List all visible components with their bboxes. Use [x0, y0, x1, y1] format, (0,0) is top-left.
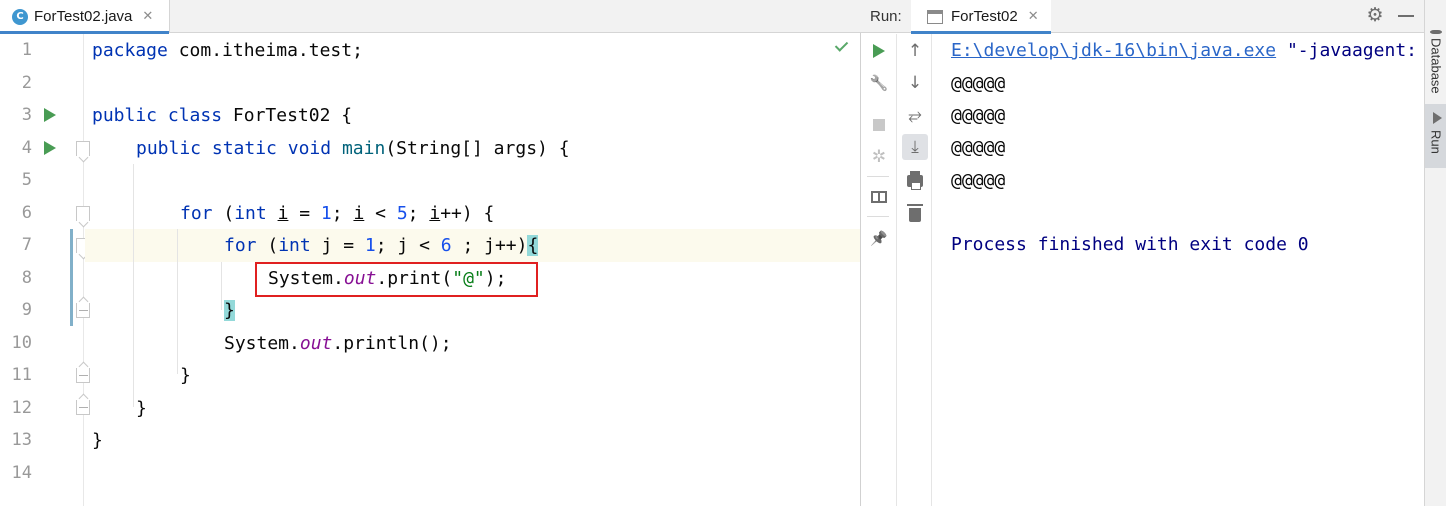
scroll-to-end-icon: ⤓: [911, 137, 919, 157]
editor-tab-fortest02[interactable]: C ForTest02.java ✕: [0, 0, 170, 34]
debug-button[interactable]: ✲: [866, 144, 892, 170]
arrow-up-icon: ↑: [907, 41, 923, 61]
editor-pane: C ForTest02.java ✕ 1 2 3 4 5 6 7 8 9 10 …: [0, 0, 861, 506]
code-line-12: }: [136, 398, 147, 419]
java-class-icon: C: [12, 8, 28, 25]
line-number: 7: [21, 235, 32, 255]
soft-wrap-button[interactable]: ⥂: [902, 102, 928, 128]
close-icon[interactable]: ✕: [142, 9, 153, 24]
console-output-line: @@@@@: [951, 137, 1006, 158]
console-window-icon: [927, 9, 943, 24]
console-output[interactable]: E:\develop\jdk-16\bin\java.exe "-javaage…: [933, 34, 1424, 506]
code-line-11: }: [180, 365, 191, 386]
console-command-line: E:\develop\jdk-16\bin\java.exe "-javaage…: [951, 40, 1417, 61]
run-tab-fortest02[interactable]: ForTest02 ✕: [911, 0, 1051, 34]
run-tool-button[interactable]: Run: [1425, 104, 1446, 168]
run-tab-label: ForTest02: [951, 8, 1018, 25]
minimize-icon[interactable]: [1398, 15, 1414, 17]
play-icon: [873, 44, 885, 58]
trash-icon: [907, 203, 923, 222]
vcs-change-marker[interactable]: [70, 229, 73, 326]
restore-layout-button[interactable]: [866, 184, 892, 210]
code-line-3: public class ForTest02 {: [92, 105, 353, 126]
line-number: 6: [21, 203, 32, 223]
database-label: Database: [1428, 38, 1444, 94]
pin-tab-button[interactable]: 📌: [866, 226, 892, 252]
rerun-button[interactable]: [866, 38, 892, 64]
run-icon: [1433, 112, 1442, 124]
java-exe-link[interactable]: E:\develop\jdk-16\bin\java.exe: [951, 40, 1276, 61]
code-line-7: for (int j = 1; j < 6 ; j++){: [224, 235, 539, 256]
line-number: 5: [21, 170, 32, 190]
line-number: 12: [11, 398, 32, 418]
edit-configuration-button[interactable]: 🔧: [866, 70, 892, 96]
editor-tab-bar: C ForTest02.java ✕: [0, 0, 861, 34]
code-line-10: System.out.println();: [224, 333, 452, 354]
line-number: 4: [21, 138, 32, 158]
line-number: 2: [21, 73, 32, 93]
run-toolbar-left: 🔧 ✲ 📌: [861, 34, 897, 506]
line-number: 13: [11, 430, 32, 450]
console-output-line: @@@@@: [951, 73, 1006, 94]
run-tool-label: Run: [1428, 130, 1444, 154]
line-number: 1: [21, 40, 32, 60]
line-number: 14: [11, 463, 32, 483]
next-occurrence-button[interactable]: ↓: [902, 70, 928, 96]
checkmark-icon[interactable]: [836, 41, 850, 51]
code-line-9: }: [224, 294, 235, 327]
right-tool-strip: Database Run: [1424, 0, 1446, 506]
database-tool-button[interactable]: Database: [1425, 30, 1446, 94]
line-number: 9: [21, 300, 32, 320]
run-label: Run:: [870, 8, 902, 25]
run-class-icon[interactable]: [44, 108, 56, 122]
stop-icon: [873, 119, 885, 131]
run-header: Run: ForTest02 ✕ ⚙: [861, 0, 1424, 34]
pin-icon: 📌: [870, 231, 888, 247]
soft-wrap-icon: ⥂: [908, 105, 922, 125]
exit-message: Process finished with exit code 0: [951, 234, 1309, 255]
run-tool-window: Run: ForTest02 ✕ ⚙ 🔧 ✲ 📌 ↑ ↓ ⥂ ⤓ E:\deve…: [861, 0, 1424, 506]
line-number: 11: [11, 365, 32, 385]
console-output-line: @@@@@: [951, 170, 1006, 191]
code-line-6: for (int i = 1; i < 5; i++) {: [180, 203, 495, 224]
run-main-icon[interactable]: [44, 141, 56, 155]
clear-all-button[interactable]: [902, 200, 928, 226]
indent-guide: [221, 262, 222, 310]
line-number: 8: [21, 268, 32, 288]
print-button[interactable]: [902, 168, 928, 194]
brace-match: }: [224, 300, 235, 321]
code-line-1: package com.itheima.test;: [92, 40, 363, 61]
toolbar-separator: [867, 176, 889, 177]
editor-gutter: 1 2 3 4 5 6 7 8 9 10 11 12 13 14: [0, 34, 116, 506]
editor-tab-label: ForTest02.java: [34, 8, 133, 25]
run-toolbar-right: ↑ ↓ ⥂ ⤓: [898, 34, 932, 506]
bug-icon: ✲: [871, 147, 887, 167]
indent-guide: [177, 229, 178, 374]
console-output-line: @@@@@: [951, 105, 1006, 126]
brace-match: {: [527, 235, 539, 256]
line-number: 3: [21, 105, 32, 125]
wrench-icon: 🔧: [869, 74, 889, 92]
layout-icon: [871, 191, 887, 203]
line-number: 10: [11, 333, 32, 353]
previous-occurrence-button[interactable]: ↑: [902, 38, 928, 64]
indent-guide: [133, 164, 134, 407]
arrow-down-icon: ↓: [907, 73, 923, 93]
code-line-13: }: [92, 430, 103, 451]
gear-icon[interactable]: ⚙: [1365, 5, 1385, 25]
red-annotation-box: [255, 262, 538, 297]
database-icon: [1430, 30, 1442, 35]
close-icon[interactable]: ✕: [1028, 9, 1039, 24]
scroll-to-end-button[interactable]: ⤓: [902, 134, 928, 160]
code-line-4: public static void main(String[] args) {: [136, 138, 570, 159]
stop-button[interactable]: [866, 112, 892, 138]
printer-icon: [907, 171, 923, 190]
toolbar-separator: [867, 216, 889, 217]
